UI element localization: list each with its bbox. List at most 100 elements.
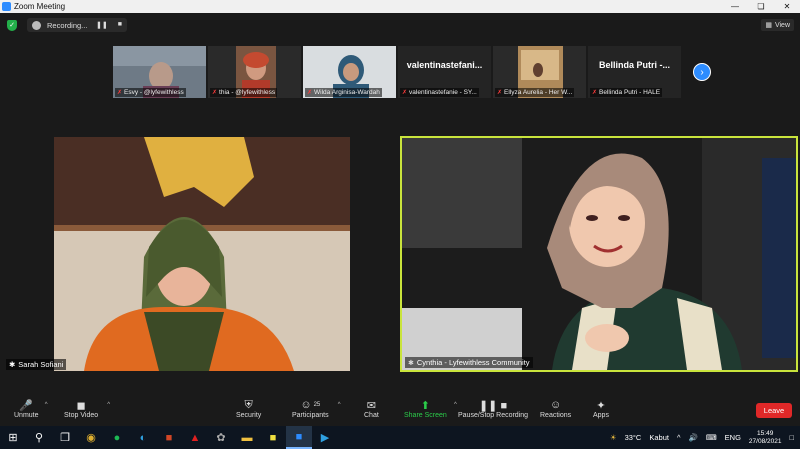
stop-icon[interactable]: ■: [118, 21, 122, 29]
keyboard-icon[interactable]: ⌨: [706, 433, 717, 442]
title-bar: Zoom Meeting — ❏ ✕: [0, 0, 800, 13]
muted-mic-icon: ✗: [117, 90, 123, 96]
participant-thumbnail[interactable]: ✗ Ellyza Aurelia - Her W...: [493, 46, 586, 98]
weather-desc[interactable]: Kabut: [649, 433, 669, 442]
leave-button[interactable]: Leave: [756, 403, 792, 418]
notifications-icon[interactable]: □: [789, 433, 794, 442]
speaker-video: [54, 137, 350, 371]
video-camera-icon: ◼: [76, 399, 86, 412]
thumbnail-label: ✗ Wilda Arginisa-Wardah: [305, 88, 382, 97]
participant-name-card: Bellinda Putri -...: [598, 60, 670, 70]
video-tile-left[interactable]: [54, 137, 350, 371]
thumbnail-label: ✗ Bellinda Putri - HALE: [590, 88, 663, 97]
app-icon[interactable]: ✿: [208, 426, 234, 449]
apps-icon: ✦: [596, 399, 606, 412]
windows-start-icon[interactable]: ⊞: [0, 426, 26, 449]
recording-icon: [32, 20, 41, 30]
shield-icon: ⛨: [244, 398, 253, 411]
thumbnail-label: ✗ Ellyza Aurelia - Her W...: [495, 88, 575, 97]
spotify-icon[interactable]: ●: [104, 426, 130, 449]
chat-button[interactable]: ✉ Chat: [364, 398, 379, 420]
speaker-name-right: ✱ Cynthia - Lyfewithless Community: [405, 357, 533, 368]
chevron-up-icon[interactable]: ^: [677, 433, 681, 442]
thumbnail-label: ✗ valentinastefanie - SY...: [400, 88, 479, 97]
video-tile-active-speaker[interactable]: ✱ Cynthia - Lyfewithless Community: [400, 136, 798, 372]
zoom-taskbar-icon[interactable]: ■: [286, 426, 312, 449]
maximize-button[interactable]: ❏: [748, 2, 774, 11]
recording-indicator: Recording... ❚❚ ■: [27, 18, 127, 32]
stop-video-button[interactable]: ◼ Stop Video ^: [64, 398, 110, 420]
app-icon-2[interactable]: ▶: [312, 426, 338, 449]
chevron-up-icon[interactable]: ^: [107, 402, 110, 408]
task-view-icon[interactable]: ❐: [52, 426, 78, 449]
pin-icon: ✱: [9, 360, 16, 369]
share-screen-button[interactable]: ⬆ Share Screen ^: [404, 398, 457, 420]
pin-icon: ✱: [408, 359, 414, 367]
security-shield-icon[interactable]: ✓: [7, 19, 17, 31]
volume-icon[interactable]: 🔊: [688, 433, 697, 442]
weather-icon[interactable]: ☀: [610, 433, 617, 442]
chat-icon: ✉: [366, 399, 376, 412]
security-button[interactable]: ⛨ Security: [236, 398, 261, 420]
sticky-notes-icon[interactable]: ■: [260, 426, 286, 449]
thumbnail-strip: ✗ Esvy - @lyfewithless ✗ thia - @lyfewithl…: [113, 46, 681, 98]
participants-icon: ☺ 25: [300, 399, 321, 411]
muted-mic-icon: ✗: [402, 90, 408, 96]
thumbnail-label: ✗ Esvy - @lyfewithless: [115, 88, 186, 97]
meeting-area: ✓ Recording... ❚❚ ■ ▦ View ✗ Esvy - @lyfe…: [0, 13, 800, 396]
clock[interactable]: 15:49 27/08/2021: [749, 430, 782, 446]
pause-icon[interactable]: ❚❚: [96, 21, 108, 29]
pause-stop-recording-button[interactable]: ❚❚ ■ Pause/Stop Recording: [458, 398, 528, 420]
view-button[interactable]: ▦ View: [761, 19, 794, 31]
meeting-topbar: ✓ Recording... ❚❚ ■ ▦ View: [0, 17, 800, 33]
participant-name-card: valentinastefani...: [406, 60, 483, 70]
clock-date: 27/08/2021: [748, 437, 782, 445]
window-controls: — ❏ ✕: [722, 2, 800, 11]
close-button[interactable]: ✕: [774, 2, 800, 11]
muted-mic-icon: ✗: [307, 90, 313, 96]
participant-thumbnail[interactable]: ✗ Esvy - @lyfewithless: [113, 46, 206, 98]
participant-thumbnail[interactable]: Bellinda Putri -... ✗ Bellinda Putri - HA…: [588, 46, 681, 98]
participant-thumbnail[interactable]: ✗ thia - @lyfewithless: [208, 46, 301, 98]
language-indicator[interactable]: ENG: [725, 433, 741, 442]
speaker-name-left: ✱ Sarah Sofiani: [6, 359, 67, 370]
muted-mic-icon: ✗: [212, 90, 218, 96]
acrobat-icon[interactable]: ▲: [182, 426, 208, 449]
participant-thumbnail[interactable]: valentinastefani... ✗ valentinastefanie -…: [398, 46, 491, 98]
chrome-icon[interactable]: ◉: [78, 426, 104, 449]
apps-button[interactable]: ✦ Apps: [593, 398, 609, 420]
meeting-toolbar: 🎤 Unmute ^ ◼ Stop Video ^ ⛨ Security ☺ 25…: [0, 396, 800, 426]
file-explorer-icon[interactable]: ▬: [234, 426, 260, 449]
participant-thumbnail[interactable]: ✗ Wilda Arginisa-Wardah: [303, 46, 396, 98]
next-page-button[interactable]: ›: [693, 63, 711, 81]
chevron-up-icon[interactable]: ^: [454, 402, 457, 408]
muted-mic-icon: ✗: [592, 90, 598, 96]
window-title: Zoom Meeting: [14, 2, 66, 11]
thumbnail-label: ✗ thia - @lyfewithless: [210, 88, 278, 97]
chevron-up-icon[interactable]: ^: [338, 402, 341, 408]
zoom-app-icon: [2, 2, 11, 11]
clock-time: 15:49: [757, 429, 774, 437]
pause-stop-icon: ❚❚ ■: [478, 399, 508, 412]
minimize-button[interactable]: —: [722, 2, 748, 11]
powerpoint-icon[interactable]: ■: [156, 426, 182, 449]
edge-icon[interactable]: ◐: [130, 426, 156, 449]
muted-mic-icon: ✗: [497, 90, 503, 96]
weather-temp[interactable]: 33°C: [625, 433, 642, 442]
share-screen-icon: ⬆: [420, 399, 431, 412]
participants-count: 25: [313, 402, 321, 408]
chevron-up-icon[interactable]: ^: [45, 402, 48, 408]
system-tray: ☀ 33°C Kabut ^ 🔊 ⌨ ENG 15:49 27/08/2021 …: [610, 430, 800, 446]
speaker-video: [402, 138, 796, 370]
chevron-right-icon: ›: [700, 66, 704, 78]
recording-label: Recording...: [47, 20, 88, 30]
search-icon[interactable]: ⚲: [26, 426, 52, 449]
grid-icon: ▦: [765, 22, 772, 29]
muted-mic-icon: 🎤: [19, 399, 34, 412]
windows-taskbar: ⊞ ⚲ ❐ ◉ ● ◐ ■ ▲ ✿ ▬ ■ ■ ▶ ☀ 33°C Kabut ^…: [0, 426, 800, 449]
unmute-button[interactable]: 🎤 Unmute ^: [14, 398, 48, 420]
view-label: View: [774, 21, 790, 29]
reactions-button[interactable]: ☺ Reactions: [540, 398, 571, 419]
smiley-icon: ☺: [549, 399, 562, 411]
participants-button[interactable]: ☺ 25 Participants ^: [292, 398, 341, 419]
